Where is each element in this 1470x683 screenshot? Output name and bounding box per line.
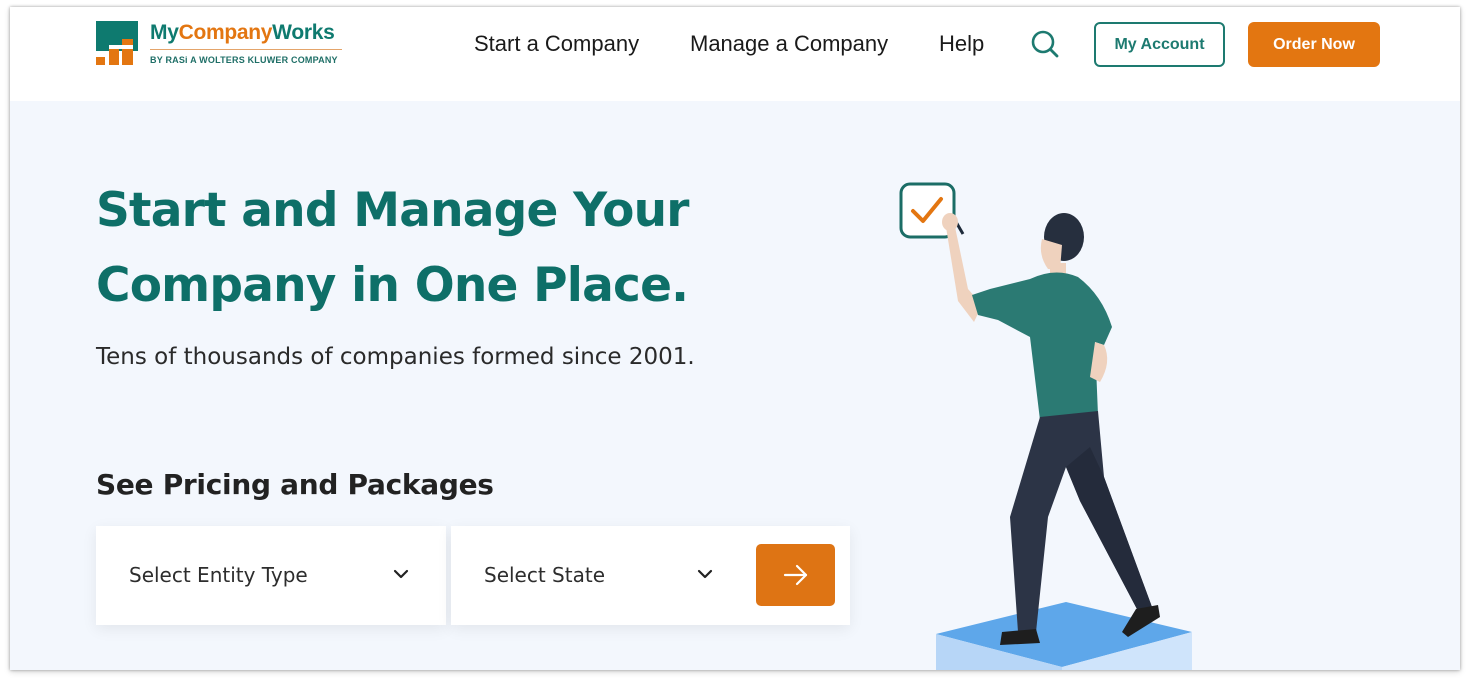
hero-title-line-1: Start and Manage Your (96, 183, 689, 238)
brand-logo[interactable]: MyCompanyWorks BY RASi A WOLTERS KLUWER … (96, 21, 346, 69)
my-account-button[interactable]: My Account (1094, 22, 1225, 67)
nav-help[interactable]: Help (939, 31, 984, 61)
chevron-down-icon (697, 569, 713, 579)
entity-type-select[interactable]: Select Entity Type (96, 526, 446, 625)
brand-tagline: BY RASi A WOLTERS KLUWER COMPANY (150, 55, 338, 65)
page-frame: MyCompanyWorks BY RASi A WOLTERS KLUWER … (10, 7, 1460, 670)
search-icon (1031, 30, 1059, 58)
state-select-label: Select State (484, 563, 605, 587)
chevron-down-icon (393, 569, 409, 579)
logo-mark-icon (96, 21, 138, 65)
search-button[interactable] (1030, 29, 1060, 61)
hero-title-line-2: Company in One Place. (96, 258, 689, 313)
brand-name-works: Works (272, 21, 335, 44)
entity-type-select-label: Select Entity Type (129, 563, 308, 587)
nav-start-company[interactable]: Start a Company (474, 31, 639, 61)
brand-name-my: My (150, 21, 179, 44)
pricing-submit-button[interactable] (756, 544, 835, 606)
state-select[interactable]: Select State (451, 526, 741, 625)
pricing-heading: See Pricing and Packages (96, 468, 494, 501)
brand-name: MyCompanyWorks (150, 21, 335, 45)
site-header: MyCompanyWorks BY RASi A WOLTERS KLUWER … (10, 7, 1460, 101)
arrow-right-icon (783, 564, 807, 586)
nav-manage-company[interactable]: Manage a Company (690, 31, 888, 61)
hero-illustration (899, 182, 1192, 670)
order-now-button[interactable]: Order Now (1248, 22, 1380, 67)
hero-subtitle: Tens of thousands of companies formed si… (96, 344, 695, 370)
brand-divider (150, 49, 342, 50)
hero-title: Start and Manage Your Company in One Pla… (96, 173, 776, 323)
brand-name-company: Company (178, 21, 273, 44)
state-select-container: Select State (451, 526, 850, 625)
